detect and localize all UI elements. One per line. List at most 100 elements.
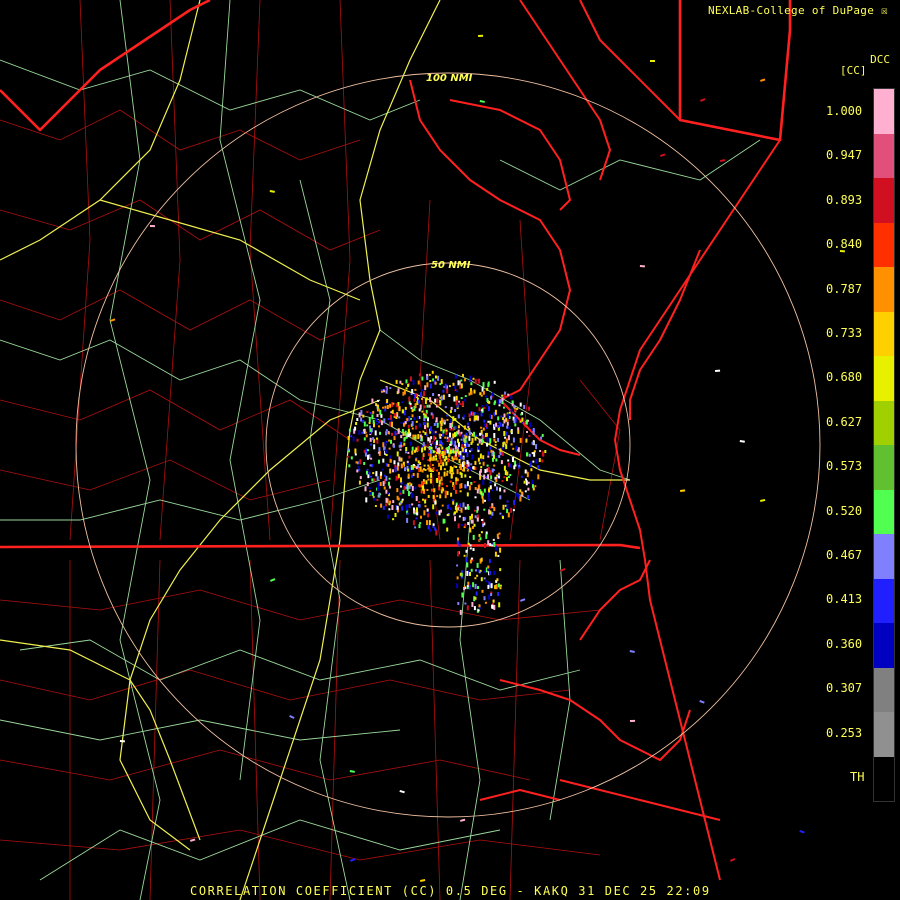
- echo-pixel: [456, 469, 459, 475]
- echo-pixel: [423, 418, 426, 421]
- echo-pixel: [364, 431, 367, 434]
- echo-pixel: [485, 433, 487, 437]
- echo-pixel: [471, 437, 474, 443]
- echo-pixel: [489, 413, 492, 419]
- echo-pixel: [478, 378, 481, 384]
- echo-pixel: [503, 465, 506, 471]
- echo-pixel: [434, 431, 437, 434]
- echo-pixel: [406, 512, 409, 515]
- echo-pixel: [376, 498, 379, 501]
- echo-pixel: [465, 557, 468, 563]
- echo-pixel: [454, 445, 457, 450]
- echo-pixel: [404, 430, 407, 436]
- echo-pixel: [507, 459, 510, 462]
- echo-pixel: [443, 468, 446, 471]
- echo-pixel: [540, 436, 543, 440]
- echo-pixel: [489, 470, 492, 476]
- echo-pixel: [480, 459, 483, 462]
- echo-pixel: [457, 447, 459, 449]
- echo-pixel: [498, 532, 501, 535]
- echo-pixel: [424, 499, 427, 504]
- echo-pixel: [440, 426, 443, 432]
- echo-pixel: [378, 425, 380, 428]
- echo-pixel: [465, 443, 468, 447]
- echo-pixel: [480, 557, 483, 562]
- echo-pixel: [392, 500, 395, 504]
- echo-pixel: [425, 397, 428, 401]
- echo-pixel: [422, 430, 425, 433]
- echo-pixel: [463, 587, 466, 590]
- echo-pixel: [528, 434, 531, 437]
- echo-pixel: [421, 410, 424, 413]
- echo-pixel: [535, 458, 538, 464]
- echo-pixel: [428, 520, 431, 526]
- color-scale-tick-label: 0.520: [826, 503, 863, 518]
- echo-pixel: [513, 499, 516, 505]
- echo-pixel: [407, 468, 410, 472]
- echo-pixel: [447, 458, 450, 463]
- echo-pixel: [421, 389, 423, 392]
- echo-pixel: [482, 461, 485, 466]
- echo-pixel: [462, 457, 465, 459]
- legend-product-code: DCC: [870, 53, 890, 66]
- echo-pixel: [389, 387, 392, 390]
- echo-pixel: [485, 395, 487, 398]
- echo-pixel: [358, 468, 361, 472]
- color-scale-tick-label: 0.893: [826, 192, 863, 207]
- echo-pixel: [499, 547, 502, 553]
- echo-pixel: [493, 604, 496, 610]
- echo-pixel: [401, 409, 404, 414]
- echo-pixel: [426, 376, 429, 380]
- echo-pixel: [482, 480, 485, 485]
- echo-pixel: [394, 430, 397, 436]
- echo-pixel: [416, 472, 419, 478]
- echo-pixel: [483, 406, 486, 409]
- echo-pixel: [401, 500, 403, 503]
- echo-pixel: [442, 394, 445, 400]
- echo-pixel: [369, 412, 372, 414]
- echo-pixel: [421, 447, 424, 453]
- echo-pixel: [505, 431, 508, 436]
- echo-pixel: [446, 470, 449, 473]
- echo-pixel: [485, 533, 488, 539]
- echo-pixel: [474, 379, 477, 384]
- echo-pixel: [384, 441, 387, 447]
- echo-pixel: [433, 423, 436, 426]
- echo-pixel: [391, 432, 393, 436]
- echo-pixel: [469, 527, 472, 533]
- echo-pixel: [405, 506, 408, 511]
- echo-pixel: [469, 544, 472, 547]
- echo-pixel: [360, 417, 363, 422]
- echo-pixel: [475, 403, 478, 407]
- echo-pixel: [406, 485, 409, 491]
- echo-pixel: [512, 404, 515, 408]
- echo-pixel: [418, 423, 421, 428]
- echo-pixel: [376, 487, 379, 491]
- echo-pixel: [465, 549, 468, 553]
- color-scale-tick-label: 0.467: [826, 548, 863, 562]
- echo-pixel: [428, 453, 431, 457]
- color-scale-segment: [874, 356, 894, 401]
- radar-map[interactable]: 50 NMI 100 NMI: [0, 0, 900, 900]
- echo-pixel: [443, 451, 446, 456]
- echo-pixel: [418, 373, 421, 377]
- echo-pixel: [435, 375, 437, 379]
- echo-pixel: [386, 405, 389, 409]
- echo-pixel: [454, 374, 457, 379]
- echo-pixel: [527, 495, 530, 499]
- echo-pixel: [499, 487, 502, 492]
- echo-pixel: [476, 443, 479, 446]
- echo-pixel: [426, 489, 429, 491]
- echo-pixel: [477, 586, 479, 589]
- echo-pixel: [458, 543, 461, 547]
- echo-pixel: [507, 476, 510, 478]
- echo-pixel: [459, 503, 462, 508]
- color-scale-segment: [874, 89, 894, 134]
- echo-pixel: [460, 483, 463, 489]
- echo-pixel: [466, 585, 469, 588]
- echo-pixel: [365, 497, 368, 503]
- echo-pixel: [347, 436, 350, 440]
- echo-pixel: [490, 593, 493, 596]
- echo-pixel: [460, 572, 463, 577]
- color-scale-tick-label: 0.840: [826, 237, 863, 252]
